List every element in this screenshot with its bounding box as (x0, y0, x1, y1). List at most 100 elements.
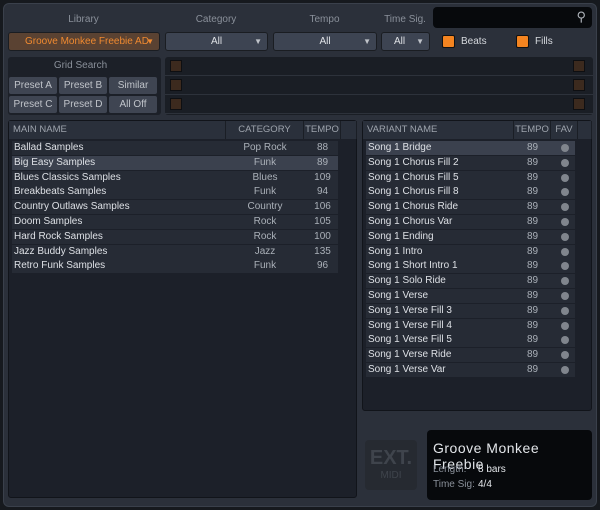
scrollbar[interactable] (341, 121, 357, 139)
fav-toggle-icon[interactable] (561, 218, 569, 226)
grid-cell[interactable] (573, 60, 585, 72)
table-row[interactable]: Doom Samples Rock 105 (12, 215, 338, 229)
preset-a-button[interactable]: Preset A (9, 77, 57, 94)
grid-search-panel: Grid Search Preset A Preset B Similar Pr… (8, 57, 161, 115)
fav-toggle-icon[interactable] (561, 188, 569, 197)
category-dropdown[interactable]: All ▼ (165, 32, 268, 51)
library-dropdown[interactable]: Groove Monkee Freebie AD ▼ (8, 32, 160, 51)
grid-cell[interactable] (170, 98, 182, 110)
row-name: Song 1 Intro (368, 245, 423, 257)
row-name: Ballad Samples (14, 142, 84, 153)
tempo-dropdown[interactable]: All ▼ (273, 32, 377, 51)
table-row[interactable]: Song 1 Chorus Fill 5 89 (366, 170, 575, 185)
row-name: Song 1 Verse Fill 4 (368, 319, 452, 331)
row-category: Blues (252, 171, 278, 183)
row-category: Rock (253, 216, 277, 227)
row-tempo: 100 (314, 230, 331, 242)
ext-midi-button[interactable]: EXT. MIDI (365, 440, 417, 490)
table-row[interactable]: Retro Funk Samples Funk 96 (12, 259, 338, 274)
fav-toggle-icon[interactable] (561, 173, 569, 182)
beats-checkbox[interactable] (442, 35, 455, 48)
table-row[interactable]: Big Easy Samples Funk 89 (12, 155, 338, 170)
table-row[interactable]: Song 1 Chorus Fill 2 89 (366, 155, 575, 170)
beats-label: Beats (461, 36, 487, 47)
row-name: Doom Samples (14, 216, 83, 227)
fav-toggle-icon[interactable] (561, 366, 569, 374)
fav-toggle-icon[interactable] (561, 247, 569, 256)
chevron-down-icon: ▼ (146, 37, 154, 46)
fav-toggle-icon[interactable] (561, 158, 569, 167)
similar-button[interactable]: Similar (109, 77, 157, 94)
row-name: Song 1 Verse Var (368, 364, 446, 375)
header-tempo[interactable]: TEMPO (514, 121, 551, 139)
scrollbar[interactable] (578, 121, 592, 139)
row-tempo: 89 (526, 171, 539, 183)
table-row[interactable]: Song 1 Solo Ride 89 (366, 274, 575, 289)
chevron-down-icon: ▼ (363, 37, 371, 46)
table-row[interactable]: Song 1 Chorus Ride 89 (366, 200, 575, 215)
header-tempo[interactable]: TEMPO (304, 121, 341, 139)
row-tempo: 88 (316, 142, 329, 153)
grid-cell[interactable] (573, 79, 585, 91)
header-variant-name[interactable]: VARIANT NAME (363, 121, 514, 139)
header-main-name[interactable]: MAIN NAME (9, 121, 226, 139)
ext-label: EXT. (369, 447, 413, 469)
row-tempo: 89 (526, 142, 539, 153)
preset-d-button[interactable]: Preset D (59, 96, 107, 113)
row-tempo: 89 (526, 230, 539, 242)
row-name: Jazz Buddy Samples (14, 245, 108, 257)
row-tempo: 89 (316, 156, 329, 168)
table-row[interactable]: Breakbeats Samples Funk 94 (12, 185, 338, 200)
fav-toggle-icon[interactable] (561, 203, 569, 212)
table-row[interactable]: Song 1 Verse Fill 3 89 (366, 303, 575, 318)
header-category[interactable]: CATEGORY (226, 121, 304, 139)
row-name: Song 1 Chorus Var (368, 216, 453, 227)
table-row[interactable]: Song 1 Verse Ride 89 (366, 348, 575, 363)
table-row[interactable]: Hard Rock Samples Rock 100 (12, 229, 338, 244)
table-row[interactable]: Song 1 Verse Fill 5 89 (366, 333, 575, 348)
timesig-value: All (393, 36, 406, 47)
search-icon[interactable]: ⚲ (576, 9, 586, 25)
fav-toggle-icon[interactable] (561, 277, 569, 286)
fav-toggle-icon[interactable] (561, 292, 569, 300)
table-row[interactable]: Song 1 Verse 89 (366, 289, 575, 303)
fills-label: Fills (535, 36, 553, 47)
timesig-dropdown[interactable]: All ▼ (381, 32, 430, 51)
grid-cell[interactable] (573, 98, 585, 110)
fav-toggle-icon[interactable] (561, 351, 569, 360)
row-tempo: 89 (526, 364, 539, 375)
row-name: Song 1 Verse Ride (368, 349, 452, 361)
table-row[interactable]: Jazz Buddy Samples Jazz 135 (12, 244, 338, 259)
row-tempo: 135 (314, 245, 331, 257)
timesig-label: Time Sig. (384, 14, 426, 25)
row-name: Song 1 Bridge (368, 142, 432, 153)
table-row[interactable]: Song 1 Ending 89 (366, 229, 575, 244)
fav-toggle-icon[interactable] (561, 336, 569, 345)
fav-toggle-icon[interactable] (561, 321, 569, 330)
library-label: Library (68, 14, 99, 25)
row-name: Song 1 Ending (368, 230, 434, 242)
fav-toggle-icon[interactable] (561, 232, 569, 241)
table-row[interactable]: Song 1 Intro 89 (366, 244, 575, 259)
preset-b-button[interactable]: Preset B (59, 77, 107, 94)
grid-cell[interactable] (170, 79, 182, 91)
fav-toggle-icon[interactable] (561, 144, 569, 152)
table-row[interactable]: Song 1 Chorus Var 89 (366, 215, 575, 229)
preset-c-button[interactable]: Preset C (9, 96, 57, 113)
table-row[interactable]: Song 1 Bridge 89 (366, 141, 575, 155)
table-row[interactable]: Song 1 Verse Var 89 (366, 363, 575, 377)
all-off-button[interactable]: All Off (109, 96, 157, 113)
table-row[interactable]: Song 1 Chorus Fill 8 89 (366, 185, 575, 200)
table-row[interactable]: Song 1 Verse Fill 4 89 (366, 318, 575, 333)
table-row[interactable]: Ballad Samples Pop Rock 88 (12, 141, 338, 155)
category-value: All (210, 36, 223, 47)
table-row[interactable]: Song 1 Short Intro 1 89 (366, 259, 575, 274)
grid-cell[interactable] (170, 60, 182, 72)
header-fav[interactable]: FAV (551, 121, 578, 139)
table-row[interactable]: Country Outlaws Samples Country 106 (12, 200, 338, 215)
fav-toggle-icon[interactable] (561, 306, 569, 315)
fills-checkbox[interactable] (516, 35, 529, 48)
search-input[interactable]: ⚲ (433, 7, 592, 28)
fav-toggle-icon[interactable] (561, 262, 569, 271)
table-row[interactable]: Blues Classics Samples Blues 109 (12, 170, 338, 185)
